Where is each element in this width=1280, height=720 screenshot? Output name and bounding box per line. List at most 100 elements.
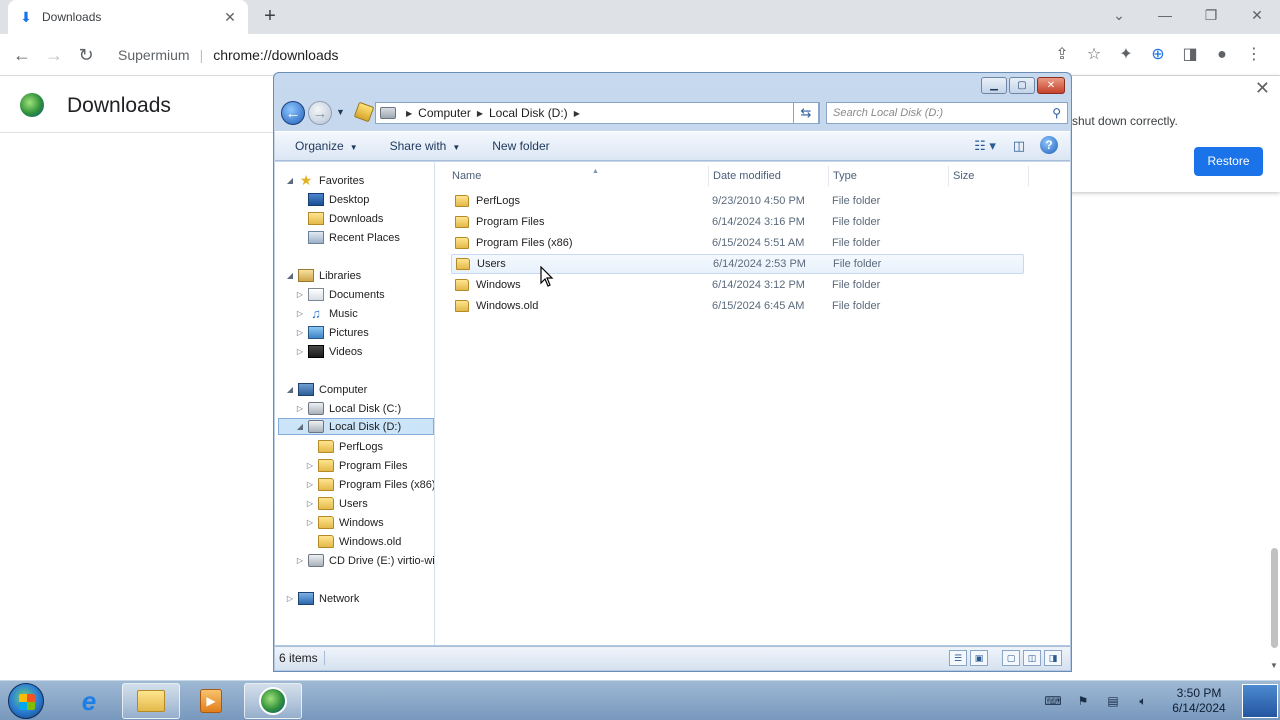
scroll-down-icon[interactable]: ▼ — [1270, 661, 1278, 670]
layout-split-icon[interactable]: ◫ — [1023, 650, 1041, 666]
restore-window-button[interactable]: ❐ — [1188, 0, 1234, 30]
collapsed-triangle-icon[interactable]: ▷ — [295, 290, 305, 299]
tab-downloads[interactable]: ⬇ Downloads ✕ — [8, 0, 248, 34]
side-panel-icon[interactable]: ◨ — [1174, 42, 1206, 68]
extensions-icon[interactable]: ✦ — [1110, 42, 1142, 68]
taskbar-supermium[interactable] — [244, 683, 302, 719]
profile-icon[interactable]: ● — [1206, 42, 1238, 68]
column-divider[interactable] — [948, 166, 949, 186]
downloads-toolbar-icon[interactable]: ⊕ — [1142, 42, 1174, 68]
nav-desktop[interactable]: Desktop — [295, 191, 369, 208]
forward-arrow-icon[interactable]: → — [308, 101, 332, 125]
explorer-close-button[interactable]: ✕ — [1037, 77, 1065, 94]
new-tab-button[interactable]: + — [258, 5, 282, 29]
nav-libraries[interactable]: ◢ Libraries — [285, 267, 361, 284]
reload-icon[interactable]: ↻ — [72, 42, 100, 70]
explorer-maximize-button[interactable]: ▢ — [1009, 77, 1035, 94]
breadcrumb-chevron-icon[interactable]: ▶ — [574, 109, 580, 118]
collapsed-triangle-icon[interactable]: ▷ — [295, 556, 305, 565]
scrollbar-thumb[interactable] — [1271, 548, 1278, 648]
file-row[interactable]: Windows 6/14/2024 3:12 PM File folder — [451, 275, 1024, 295]
explorer-address-bar[interactable]: ▶ Computer ▶ Local Disk (D:) ▶ ▼ — [353, 101, 820, 124]
minimize-button[interactable]: — — [1142, 0, 1188, 30]
nav-windows[interactable]: ▷ Windows — [305, 514, 384, 531]
taskbar-media-player[interactable]: ▶ — [182, 683, 240, 719]
back-arrow-icon[interactable]: ← — [281, 101, 305, 125]
expanded-triangle-icon[interactable]: ◢ — [295, 422, 305, 431]
back-icon[interactable]: ← — [8, 42, 36, 70]
large-icons-view-icon[interactable]: ▣ — [970, 650, 988, 666]
volume-muted-icon[interactable]: 🔈︎ — [1134, 694, 1152, 708]
breadcrumb-chevron-icon[interactable]: ▶ — [406, 109, 412, 118]
layout-icon[interactable]: ▢ — [1002, 650, 1020, 666]
collapsed-triangle-icon[interactable]: ▷ — [295, 328, 305, 337]
nav-local-disk-d[interactable]: ◢ Local Disk (D:) — [278, 418, 434, 435]
search-icon[interactable]: ⚲ — [1052, 106, 1061, 120]
tab-close-icon[interactable]: ✕ — [222, 9, 238, 25]
nav-windows-old[interactable]: Windows.old — [305, 533, 401, 550]
menu-icon[interactable]: ⋮ — [1238, 42, 1270, 68]
recent-pages-icon[interactable]: ▼ — [336, 107, 345, 117]
taskbar-internet-explorer[interactable]: e — [60, 683, 118, 719]
action-center-icon[interactable]: ⚑ — [1074, 694, 1092, 708]
nav-documents[interactable]: ▷ Documents — [295, 286, 385, 303]
preview-pane-icon[interactable]: ◫ — [1006, 136, 1032, 156]
collapsed-triangle-icon[interactable]: ▷ — [295, 309, 305, 318]
close-icon[interactable]: ✕ — [1255, 78, 1270, 99]
details-view-icon[interactable]: ☰ — [949, 650, 967, 666]
nav-pictures[interactable]: ▷ Pictures — [295, 324, 369, 341]
column-divider[interactable] — [1028, 166, 1029, 186]
column-divider[interactable] — [828, 166, 829, 186]
nav-music[interactable]: ▷ ♫ Music — [295, 305, 358, 322]
breadcrumb-chevron-icon[interactable]: ▶ — [477, 109, 483, 118]
nav-favorites[interactable]: ◢ ★ Favorites — [285, 172, 364, 189]
share-with-button[interactable]: Share with ▼ — [390, 139, 461, 153]
collapsed-triangle-icon[interactable]: ▷ — [295, 404, 305, 413]
bookmark-star-icon[interactable]: ☆ — [1078, 42, 1110, 68]
nav-computer[interactable]: ◢ Computer — [285, 381, 367, 398]
refresh-icon[interactable]: ⇆ — [793, 102, 819, 124]
column-header-type[interactable]: Type — [833, 170, 857, 186]
organize-button[interactable]: Organize ▼ — [295, 139, 358, 153]
breadcrumb-computer[interactable]: Computer — [418, 106, 471, 120]
collapsed-triangle-icon[interactable]: ▷ — [305, 461, 315, 470]
address-bar[interactable]: Supermium | chrome://downloads — [108, 39, 1108, 71]
expanded-triangle-icon[interactable]: ◢ — [285, 385, 295, 394]
column-header-name[interactable]: Name ▲ — [452, 168, 599, 186]
nav-network[interactable]: ▷ Network — [285, 590, 359, 607]
restore-button[interactable]: Restore — [1194, 147, 1263, 176]
file-row[interactable]: PerfLogs 9/23/2010 4:50 PM File folder — [451, 191, 1024, 211]
forward-icon[interactable]: → — [40, 42, 68, 70]
share-icon[interactable]: ⇪ — [1046, 42, 1078, 68]
start-button[interactable] — [8, 683, 44, 719]
nav-downloads[interactable]: Downloads — [295, 210, 383, 227]
collapsed-triangle-icon[interactable]: ▷ — [305, 499, 315, 508]
column-divider[interactable] — [708, 166, 709, 186]
close-window-button[interactable]: ✕ — [1234, 0, 1280, 30]
help-icon[interactable]: ? — [1040, 136, 1058, 154]
collapsed-triangle-icon[interactable]: ▷ — [305, 518, 315, 527]
new-folder-button[interactable]: New folder — [492, 139, 549, 153]
layout-pane-icon[interactable]: ◨ — [1044, 650, 1062, 666]
file-row[interactable]: Windows.old 6/15/2024 6:45 AM File folde… — [451, 296, 1024, 316]
nav-local-disk-c[interactable]: ▷ Local Disk (C:) — [295, 400, 401, 417]
collapsed-triangle-icon[interactable]: ▷ — [295, 347, 305, 356]
column-header-date[interactable]: Date modified — [713, 170, 781, 186]
expanded-triangle-icon[interactable]: ◢ — [285, 271, 295, 280]
search-input[interactable]: Search Local Disk (D:) ⚲ — [826, 102, 1068, 124]
tab-search-icon[interactable]: ⌄ — [1096, 0, 1142, 30]
show-desktop-button[interactable] — [1242, 684, 1278, 718]
nav-cd-drive[interactable]: ▷ CD Drive (E:) virtio-win — [295, 552, 434, 569]
nav-perflogs[interactable]: PerfLogs — [305, 438, 383, 455]
page-scrollbar[interactable]: ▼ — [1268, 548, 1280, 670]
nav-program-files-x86[interactable]: ▷ Program Files (x86) — [305, 476, 434, 493]
breadcrumb-drive[interactable]: Local Disk (D:) — [489, 106, 568, 120]
collapsed-triangle-icon[interactable]: ▷ — [285, 594, 295, 603]
nav-videos[interactable]: ▷ Videos — [295, 343, 362, 360]
nav-users[interactable]: ▷ Users — [305, 495, 368, 512]
explorer-minimize-button[interactable]: ▁ — [981, 77, 1007, 94]
keyboard-icon[interactable]: ⌨ — [1044, 694, 1062, 708]
clock[interactable]: 3:50 PM 6/14/2024 — [1164, 686, 1234, 716]
file-row-hovered[interactable]: Users 6/14/2024 2:53 PM File folder — [451, 254, 1024, 274]
change-view-icon[interactable]: ☷ ▾ — [972, 136, 998, 156]
